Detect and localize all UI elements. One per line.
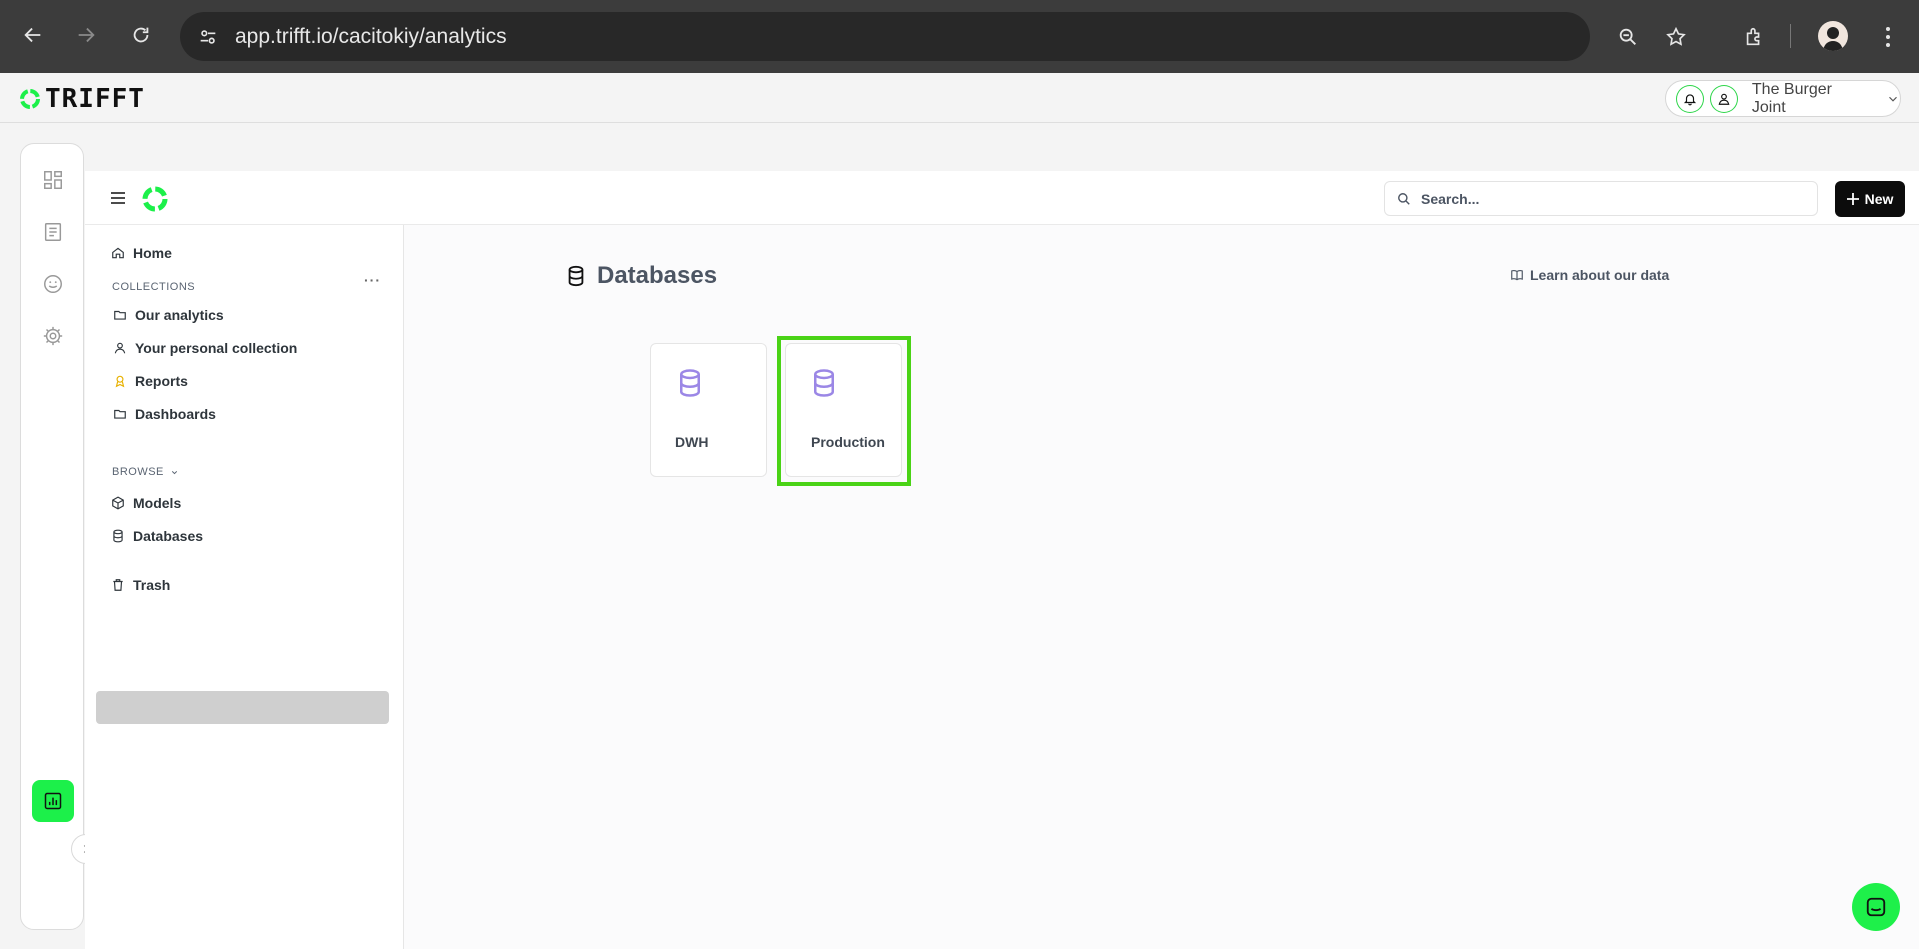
browser-menu-icon[interactable] — [1874, 23, 1902, 51]
search-input[interactable] — [1421, 190, 1801, 207]
document-icon[interactable] — [40, 219, 66, 245]
sidebar-item-databases[interactable]: Databases — [111, 528, 203, 544]
sidebar-item-reports[interactable]: Reports — [113, 373, 188, 389]
analytics-logo-icon[interactable] — [141, 185, 169, 218]
database-icon — [113, 529, 123, 543]
browse-heading-label: BROWSE — [112, 466, 164, 478]
trash-icon — [113, 579, 123, 591]
sidebar-item-models[interactable]: Models — [111, 495, 181, 511]
sidebar-item-databases-highlight — [96, 691, 389, 724]
database-icon — [568, 265, 584, 287]
extensions-icon[interactable] — [1740, 23, 1768, 51]
sidebar-item-personal-collection[interactable]: Your personal collection — [113, 340, 297, 356]
selection-highlight — [777, 336, 911, 486]
reload-icon[interactable] — [127, 21, 155, 49]
nav-sidebar: Home COLLECTIONS ··· Our analytics Your … — [85, 225, 404, 949]
bell-icon — [1683, 93, 1697, 105]
account-button[interactable] — [1709, 84, 1738, 113]
sidebar-item-dashboards[interactable]: Dashboards — [113, 406, 216, 422]
folder-icon — [114, 409, 126, 419]
sidebar-item-our-analytics[interactable]: Our analytics — [113, 307, 224, 323]
toolbar-divider — [1790, 24, 1791, 48]
notifications-button[interactable] — [1676, 84, 1704, 113]
sidebar-item-trash[interactable]: Trash — [111, 577, 170, 593]
page-title-text: Databases — [597, 262, 718, 289]
analytics-chart-icon — [44, 792, 62, 810]
browser-toolbar: app.trifft.io/cacitokiy/analytics — [0, 0, 1919, 73]
database-card-dwh[interactable]: DWH — [650, 343, 767, 477]
learn-link-label: Learn about our data — [1530, 267, 1670, 283]
logo-wordmark: TRIFFT — [45, 84, 145, 114]
search-box[interactable] — [1384, 181, 1818, 216]
book-icon — [1511, 269, 1523, 281]
dashboard-grid-icon[interactable] — [40, 167, 66, 193]
bookmark-star-icon[interactable] — [1662, 23, 1690, 51]
org-name: The Burger Joint — [1751, 80, 1832, 116]
sidebar-item-label: Trash — [133, 577, 171, 593]
new-button[interactable]: New — [1835, 181, 1905, 217]
left-rail — [20, 143, 101, 930]
database-name: DWH — [675, 434, 709, 450]
sidebar-item-home[interactable]: Home — [111, 245, 172, 261]
hamburger-menu-icon[interactable] — [111, 191, 125, 209]
sidebar-item-label: Home — [133, 245, 172, 261]
chat-support-button[interactable] — [1852, 883, 1900, 931]
badge-icon — [115, 375, 125, 388]
sidebar-item-label: Dashboards — [135, 406, 216, 422]
learn-about-data-link[interactable]: Learn about our data — [1510, 267, 1669, 283]
site-settings-icon[interactable] — [194, 23, 222, 51]
plus-icon — [1846, 193, 1859, 205]
address-bar[interactable]: app.trifft.io/cacitokiy/analytics — [180, 12, 1590, 61]
analytics-topbar: New — [85, 171, 1919, 225]
smiley-icon[interactable] — [40, 271, 66, 297]
sidebar-item-label: Our analytics — [135, 307, 224, 323]
cube-icon — [112, 496, 124, 510]
collections-more-button[interactable]: ··· — [364, 272, 381, 288]
trifft-logo-ring-icon — [20, 89, 40, 109]
back-icon[interactable] — [19, 21, 47, 49]
settings-gear-icon[interactable] — [40, 323, 66, 349]
home-icon — [112, 247, 124, 259]
chevron-down-icon — [171, 470, 177, 474]
page-title: Databases — [565, 262, 717, 290]
person-icon — [114, 342, 126, 354]
sidebar-item-label: Your personal collection — [135, 340, 298, 356]
database-icon — [675, 368, 705, 403]
sidebar-item-label: Databases — [133, 528, 204, 544]
collections-heading: COLLECTIONS — [112, 281, 196, 293]
trifft-logo[interactable]: TRIFFT — [19, 84, 145, 114]
user-icon — [1718, 93, 1730, 105]
org-switcher[interactable]: The Burger Joint — [1665, 80, 1901, 117]
app-header: TRIFFT The Burger Joint — [0, 73, 1919, 123]
profile-avatar[interactable] — [1818, 21, 1848, 51]
zoom-icon[interactable] — [1614, 23, 1642, 51]
folder-icon — [114, 310, 126, 320]
analytics-button[interactable] — [32, 780, 74, 822]
analytics-frame: New Home COLLECTIONS ··· Our analytics Y… — [85, 171, 1919, 949]
search-icon — [1398, 192, 1410, 205]
new-button-label: New — [1864, 191, 1894, 207]
chat-icon — [1866, 897, 1886, 917]
url-text[interactable]: app.trifft.io/cacitokiy/analytics — [235, 25, 507, 49]
browse-heading[interactable]: BROWSE — [112, 466, 179, 478]
chevron-down-icon — [1886, 92, 1900, 106]
sidebar-item-label: Models — [133, 495, 182, 511]
sidebar-item-label: Reports — [135, 373, 188, 389]
forward-icon[interactable] — [72, 21, 100, 49]
